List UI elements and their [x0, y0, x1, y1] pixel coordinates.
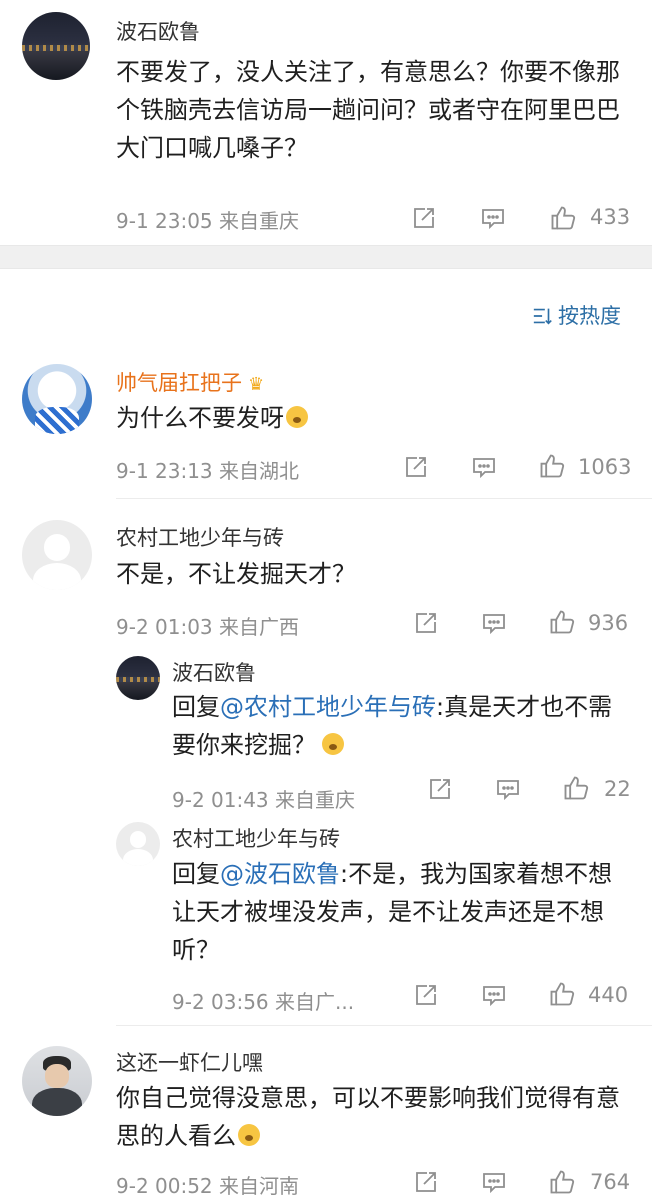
- section-divider: [0, 245, 652, 269]
- reply-author[interactable]: 农村工地少年与砖: [172, 823, 340, 853]
- reply-text: 回复@农村工地少年与砖:真是天才也不需要你来挖掘？: [172, 688, 632, 764]
- share-icon[interactable]: [428, 777, 452, 801]
- comment-meta: 9-2 01:03 来自广西: [116, 615, 300, 639]
- share-icon[interactable]: [404, 455, 428, 479]
- laughing-tears-emoji-icon: [322, 733, 344, 755]
- comment-meta: 9-2 00:52 来自河南: [116, 1174, 300, 1198]
- reply-text: 回复@波石欧鲁:不是，我为国家着想不想让天才被埋没发声，是不让发声还是不想听？: [172, 855, 632, 969]
- comment-text-content: 为什么不要发呀: [116, 404, 284, 432]
- comment-text: 你自己觉得没意思，可以不要影响我们觉得有意思的人看么: [116, 1079, 632, 1155]
- avatar[interactable]: [116, 656, 160, 700]
- comment-author[interactable]: 帅气届扛把子 ♛: [116, 367, 264, 397]
- like-icon[interactable]: [548, 980, 576, 1008]
- share-icon[interactable]: [414, 611, 438, 635]
- avatar[interactable]: [22, 1046, 92, 1116]
- crown-icon: ♛: [248, 374, 265, 395]
- reply-prefix: 回复: [172, 693, 220, 721]
- like-count: 936: [588, 611, 629, 635]
- comment-meta: 9-1 23:05 来自重庆: [116, 209, 300, 233]
- comment-icon[interactable]: [482, 983, 506, 1007]
- reply-prefix: 回复: [172, 860, 220, 888]
- reply-meta: 9-2 01:43 来自重庆: [172, 788, 356, 812]
- avatar[interactable]: [22, 520, 92, 590]
- like-icon[interactable]: [549, 204, 577, 232]
- comment-icon[interactable]: [482, 1170, 506, 1194]
- sort-label: 按热度: [558, 304, 621, 328]
- reply-meta: 9-2 03:56 来自广...: [172, 990, 355, 1014]
- comment-author[interactable]: 这还一虾仁儿嘿: [116, 1047, 263, 1077]
- avatar[interactable]: [22, 364, 92, 434]
- comment-icon[interactable]: [472, 455, 496, 479]
- like-count: 764: [590, 1170, 631, 1194]
- like-count: 22: [604, 777, 631, 801]
- like-icon[interactable]: [548, 1168, 576, 1196]
- comment-author-name: 帅气届扛把子: [116, 371, 242, 395]
- comment-text-content: 你自己觉得没意思，可以不要影响我们觉得有意思的人看么: [116, 1084, 620, 1150]
- avatar[interactable]: [22, 12, 90, 80]
- comment-icon[interactable]: [481, 206, 505, 230]
- comment-author[interactable]: 农村工地少年与砖: [116, 522, 284, 552]
- sort-icon: [533, 308, 552, 325]
- comment-text: 为什么不要发呀: [116, 399, 632, 437]
- sort-toggle[interactable]: 按热度: [532, 300, 621, 330]
- flushed-emoji-icon: [286, 406, 308, 428]
- like-icon[interactable]: [562, 774, 590, 802]
- share-icon[interactable]: [412, 206, 436, 230]
- like-count: 1063: [578, 455, 632, 479]
- comment-meta: 9-1 23:13 来自湖北: [116, 459, 300, 483]
- comment-author[interactable]: 波石欧鲁: [116, 16, 200, 46]
- confused-emoji-icon: [238, 1124, 260, 1146]
- avatar[interactable]: [116, 822, 160, 866]
- comment-icon[interactable]: [482, 611, 506, 635]
- comment-text: 不是，不让发掘天才？: [116, 560, 356, 588]
- comment-icon[interactable]: [496, 777, 520, 801]
- like-icon[interactable]: [538, 452, 566, 480]
- share-icon[interactable]: [414, 983, 438, 1007]
- share-icon[interactable]: [414, 1170, 438, 1194]
- comment-text: 不要发了，没人关注了，有意思么？你要不像那个铁脑壳去信访局一趟问问？或者守在阿里…: [116, 58, 620, 162]
- mention-link[interactable]: @波石欧鲁: [220, 860, 340, 888]
- like-count: 440: [588, 983, 629, 1007]
- divider: [116, 498, 652, 499]
- mention-link[interactable]: @农村工地少年与砖: [220, 693, 436, 721]
- divider: [116, 1025, 652, 1026]
- reply-author[interactable]: 波石欧鲁: [172, 657, 256, 687]
- like-icon[interactable]: [548, 608, 576, 636]
- like-count: 433: [590, 205, 631, 229]
